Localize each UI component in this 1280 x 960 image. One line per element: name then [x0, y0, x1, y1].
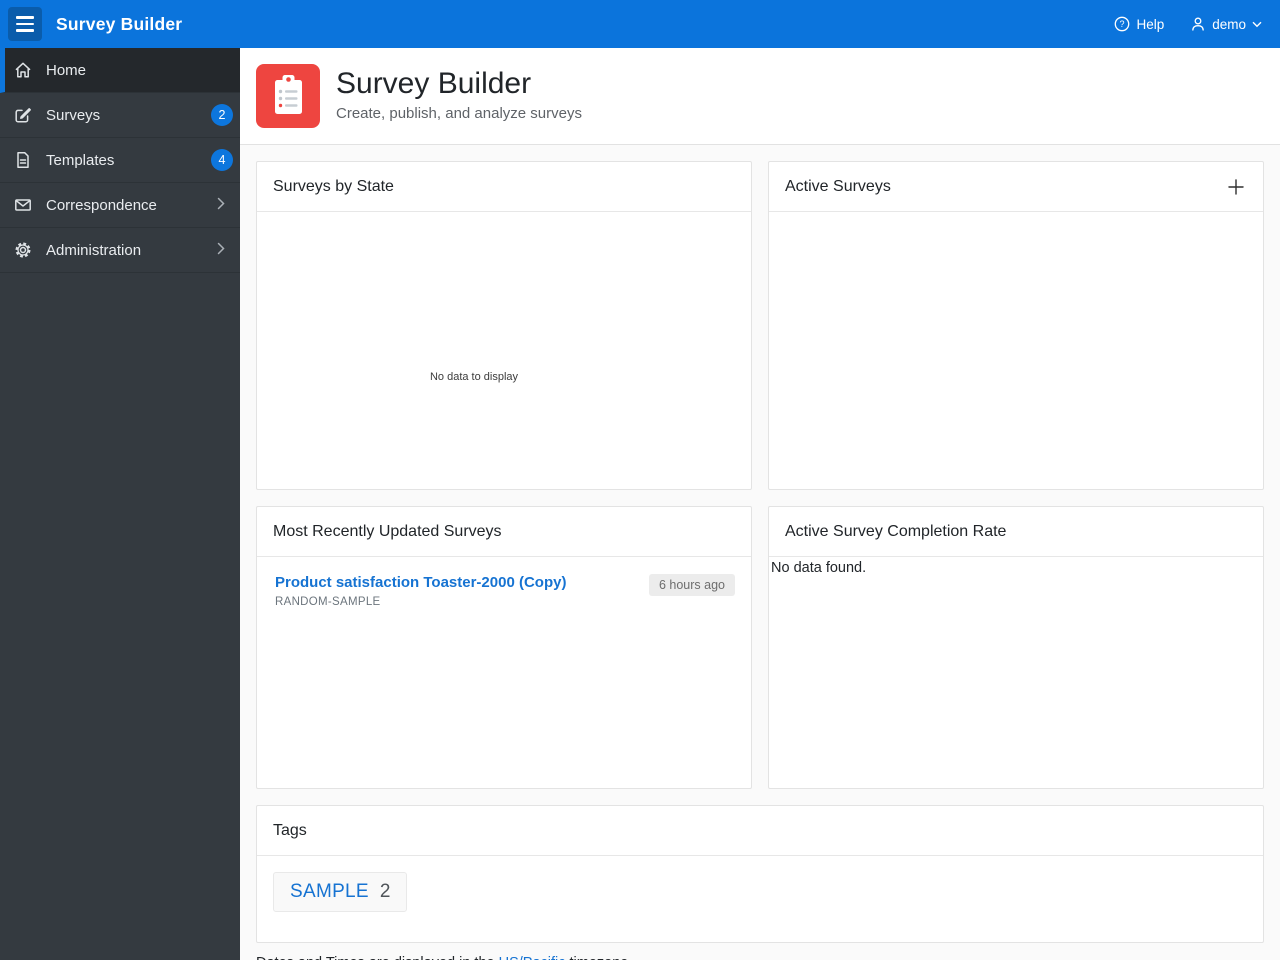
updated-time-badge: 6 hours ago [648, 574, 735, 596]
timezone-note: Dates and Times are displayed in the US/… [256, 955, 1264, 960]
user-label: demo [1212, 16, 1246, 32]
no-data-message: No data to display [429, 371, 519, 383]
home-icon [13, 60, 33, 80]
tag-chip-sample[interactable]: SAMPLE 2 [273, 872, 408, 912]
document-icon [13, 150, 33, 170]
sidebar-item-home[interactable]: Home [0, 48, 240, 93]
sidebar-item-surveys[interactable]: Surveys 2 [0, 93, 240, 138]
survey-builder-app: Survey Builder ? Help demo Home Surveys … [0, 0, 1280, 960]
survey-builder-clipboard-icon [256, 64, 320, 128]
sidebar-item-correspondence[interactable]: Correspondence [0, 183, 240, 228]
tag-count: 2 [379, 881, 391, 902]
completion-rate-card: Active Survey Completion Rate No data fo… [768, 506, 1264, 789]
user-icon [1190, 16, 1206, 32]
topbar-actions: ? Help demo [1114, 16, 1280, 32]
add-survey-button[interactable] [1225, 178, 1247, 196]
main-content: Survey Builder Create, publish, and anal… [240, 48, 1280, 960]
help-link[interactable]: ? Help [1114, 16, 1164, 32]
app-title: Survey Builder [56, 13, 183, 34]
svg-text:?: ? [1120, 19, 1125, 29]
surveys-by-state-card: Surveys by State No data to display [256, 161, 752, 490]
help-icon: ? [1114, 16, 1130, 32]
sidebar-item-label: Surveys [46, 106, 101, 124]
sidebar-item-templates[interactable]: Templates 4 [0, 138, 240, 183]
sidebar-item-label: Home [46, 61, 87, 79]
chevron-right-icon [217, 197, 225, 214]
app-header: Survey Builder ? Help demo [0, 0, 1280, 48]
sidebar-item-label: Correspondence [46, 196, 157, 214]
templates-count-badge: 4 [211, 149, 233, 171]
envelope-icon [13, 195, 33, 215]
user-menu[interactable]: demo [1190, 16, 1262, 32]
hamburger-icon [16, 16, 34, 19]
timezone-link[interactable]: US/Pacific [499, 955, 566, 960]
tag-name: SAMPLE [290, 881, 369, 902]
sidebar-item-administration[interactable]: Administration [0, 228, 240, 273]
card-title: Tags [273, 821, 307, 839]
survey-link[interactable]: Product satisfaction Toaster-2000 (Copy) [275, 574, 566, 591]
recent-surveys-card: Most Recently Updated Surveys Product sa… [256, 506, 752, 789]
sidebar-item-label: Administration [46, 241, 142, 259]
card-title: Most Recently Updated Surveys [273, 522, 502, 540]
active-surveys-card: Active Surveys [768, 161, 1264, 490]
sidebar-item-label: Templates [46, 151, 115, 169]
help-label: Help [1136, 16, 1165, 32]
page-subtitle: Create, publish, and analyze surveys [336, 105, 582, 122]
chevron-down-icon [1252, 21, 1262, 28]
hamburger-menu-button[interactable] [8, 7, 42, 41]
survey-list-item: Product satisfaction Toaster-2000 (Copy)… [257, 557, 751, 608]
card-title: Surveys by State [273, 177, 394, 195]
page-header: Survey Builder Create, publish, and anal… [240, 48, 1280, 145]
survey-tag-label: RANDOM-SAMPLE [275, 596, 381, 608]
dashboard: Surveys by State No data to display Acti… [240, 145, 1280, 960]
gear-icon [13, 240, 33, 260]
card-title: Active Surveys [785, 177, 891, 195]
sidebar-nav: Home Surveys 2 Templates 4 Correspondenc… [0, 48, 240, 960]
no-data-message: No data found. [771, 560, 867, 576]
surveys-count-badge: 2 [211, 104, 233, 126]
chevron-right-icon [217, 242, 225, 259]
edit-icon [13, 105, 33, 125]
tags-card: Tags SAMPLE 2 [256, 805, 1264, 943]
page-title: Survey Builder [336, 67, 532, 100]
card-title: Active Survey Completion Rate [785, 522, 1007, 540]
